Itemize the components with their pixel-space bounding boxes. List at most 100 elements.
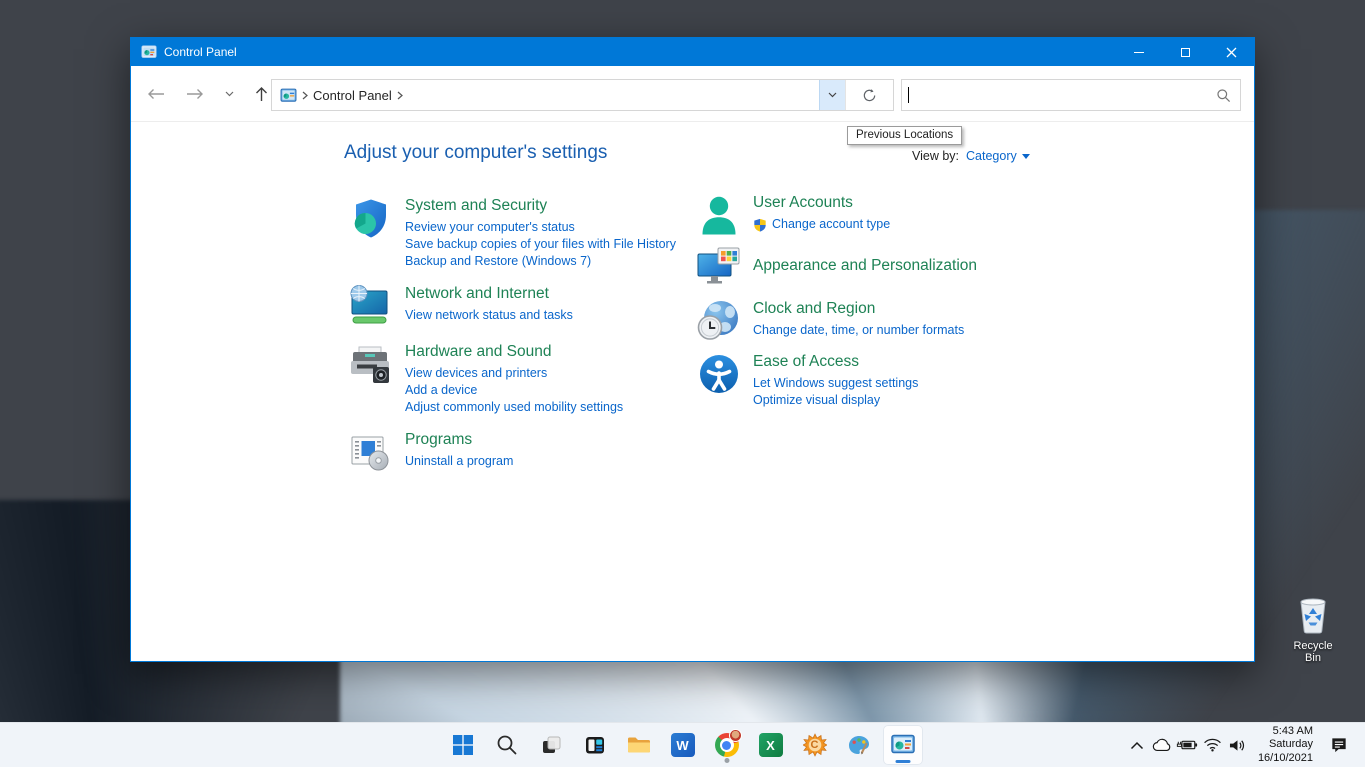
up-button[interactable] [255, 86, 268, 102]
page-title: Adjust your computer's settings [344, 142, 607, 164]
xnview-letter: C [803, 733, 827, 757]
category-title-link[interactable]: User Accounts [753, 194, 853, 212]
hardware-sound-icon[interactable] [349, 342, 393, 386]
category-title-link[interactable]: Appearance and Personalization [753, 257, 977, 275]
task-link[interactable]: Add a device [405, 382, 623, 399]
wifi-icon [1203, 738, 1222, 752]
recycle-bin-icon [1295, 621, 1331, 638]
search-input[interactable] [909, 80, 1216, 110]
category-title-link[interactable]: Hardware and Sound [405, 343, 552, 361]
taskbar-search-button[interactable] [487, 725, 527, 765]
word-button[interactable]: W [663, 725, 703, 765]
control-panel-home: Adjust your computer's settings View by:… [131, 122, 1254, 661]
category-ease-of-access: Ease of Access Let Windows suggest setti… [697, 352, 1137, 409]
chevron-down-icon [225, 91, 234, 97]
previous-locations-dropdown[interactable] [819, 80, 845, 110]
task-link[interactable]: Backup and Restore (Windows 7) [405, 253, 676, 270]
search-box[interactable] [901, 79, 1241, 111]
category-title-link[interactable]: Programs [405, 431, 472, 449]
task-link[interactable]: View devices and printers [405, 365, 623, 382]
system-security-icon[interactable] [349, 196, 393, 240]
chevron-right-icon[interactable] [397, 91, 403, 100]
taskbar: W X C [0, 722, 1365, 767]
refresh-button[interactable] [845, 80, 893, 110]
task-link[interactable]: View network status and tasks [405, 307, 573, 324]
network-internet-icon[interactable] [349, 284, 393, 328]
onedrive-tray-button[interactable] [1150, 730, 1175, 760]
search-icon[interactable] [1216, 88, 1231, 103]
taskbar-clock[interactable]: 5:43 AM Saturday 16/10/2021 [1258, 725, 1313, 766]
category-network-and-internet: Network and Internet View network status… [349, 284, 689, 328]
control-panel-icon [280, 87, 297, 104]
minimize-button[interactable] [1116, 38, 1162, 66]
task-link[interactable]: Save backup copies of your files with Fi… [405, 236, 676, 253]
volume-tray-button[interactable] [1225, 730, 1250, 760]
category-title-link[interactable]: System and Security [405, 197, 547, 215]
ease-of-access-icon[interactable] [697, 352, 741, 396]
close-button[interactable] [1208, 38, 1254, 66]
battery-tray-button[interactable] [1175, 730, 1200, 760]
chrome-button[interactable] [707, 725, 747, 765]
start-button[interactable] [443, 725, 483, 765]
appearance-icon[interactable] [697, 246, 741, 290]
back-button[interactable] [147, 88, 165, 100]
notification-center-button[interactable] [1323, 729, 1355, 761]
task-link[interactable]: Change date, time, or number formats [753, 322, 964, 339]
xnview-icon: C [803, 733, 827, 757]
control-panel-taskbar-button[interactable] [883, 725, 923, 765]
widgets-button[interactable] [575, 725, 615, 765]
close-icon [1226, 47, 1237, 58]
category-user-accounts: User Accounts Change account type [697, 193, 1137, 237]
task-link[interactable]: Optimize visual display [753, 392, 918, 409]
wifi-tray-button[interactable] [1200, 730, 1225, 760]
up-arrow-icon [255, 86, 268, 102]
category-appearance-personalization: Appearance and Personalization [697, 246, 1137, 290]
excel-button[interactable]: X [751, 725, 791, 765]
clock-day: Saturday [1258, 738, 1313, 752]
word-icon: W [671, 733, 695, 757]
chrome-profile-avatar [729, 729, 742, 742]
task-view-button[interactable] [531, 725, 571, 765]
task-link[interactable]: Let Windows suggest settings [753, 375, 918, 392]
previous-locations-tooltip: Previous Locations [847, 126, 962, 145]
breadcrumb-control-panel[interactable]: Control Panel [313, 88, 392, 103]
control-panel-window: Control Panel [130, 37, 1255, 662]
maximize-button[interactable] [1162, 38, 1208, 66]
task-link[interactable]: Uninstall a program [405, 453, 513, 470]
programs-icon[interactable] [349, 430, 393, 474]
address-bar[interactable]: Control Panel [271, 79, 894, 111]
control-panel-icon [890, 733, 916, 757]
excel-letter: X [766, 738, 775, 753]
clock-date: 16/10/2021 [1258, 752, 1313, 766]
category-clock-and-region: Clock and Region Change date, time, or n… [697, 299, 1137, 343]
cloud-icon [1152, 738, 1172, 752]
category-title-link[interactable]: Network and Internet [405, 285, 549, 303]
user-accounts-icon[interactable] [697, 193, 741, 237]
recycle-bin[interactable]: Recycle Bin [1284, 594, 1342, 664]
word-letter: W [676, 738, 688, 753]
view-by-dropdown[interactable]: Category [966, 149, 1030, 163]
battery-charging-icon [1176, 738, 1198, 752]
xnview-button[interactable]: C [795, 725, 835, 765]
recent-pages-button[interactable] [225, 91, 234, 97]
uac-shield-icon [753, 218, 767, 232]
file-explorer-button[interactable] [619, 725, 659, 765]
category-title-link[interactable]: Ease of Access [753, 353, 859, 371]
task-link[interactable]: Review your computer's status [405, 219, 676, 236]
task-link[interactable]: Change account type [772, 216, 890, 233]
excel-icon: X [759, 733, 783, 757]
minimize-icon [1134, 52, 1144, 53]
recycle-bin-label: Recycle Bin [1284, 640, 1342, 664]
refresh-icon [862, 88, 877, 103]
paint-button[interactable] [839, 725, 879, 765]
speaker-icon [1228, 738, 1246, 753]
tray-show-hidden-icons-button[interactable] [1125, 730, 1150, 760]
task-link[interactable]: Adjust commonly used mobility settings [405, 399, 623, 416]
titlebar[interactable]: Control Panel [131, 38, 1254, 66]
search-icon [495, 733, 519, 757]
categories-right-column: User Accounts Change account type [697, 193, 1137, 418]
windows-logo-icon [451, 733, 475, 757]
clock-region-icon[interactable] [697, 299, 741, 343]
category-title-link[interactable]: Clock and Region [753, 300, 875, 318]
forward-button[interactable] [186, 88, 204, 100]
